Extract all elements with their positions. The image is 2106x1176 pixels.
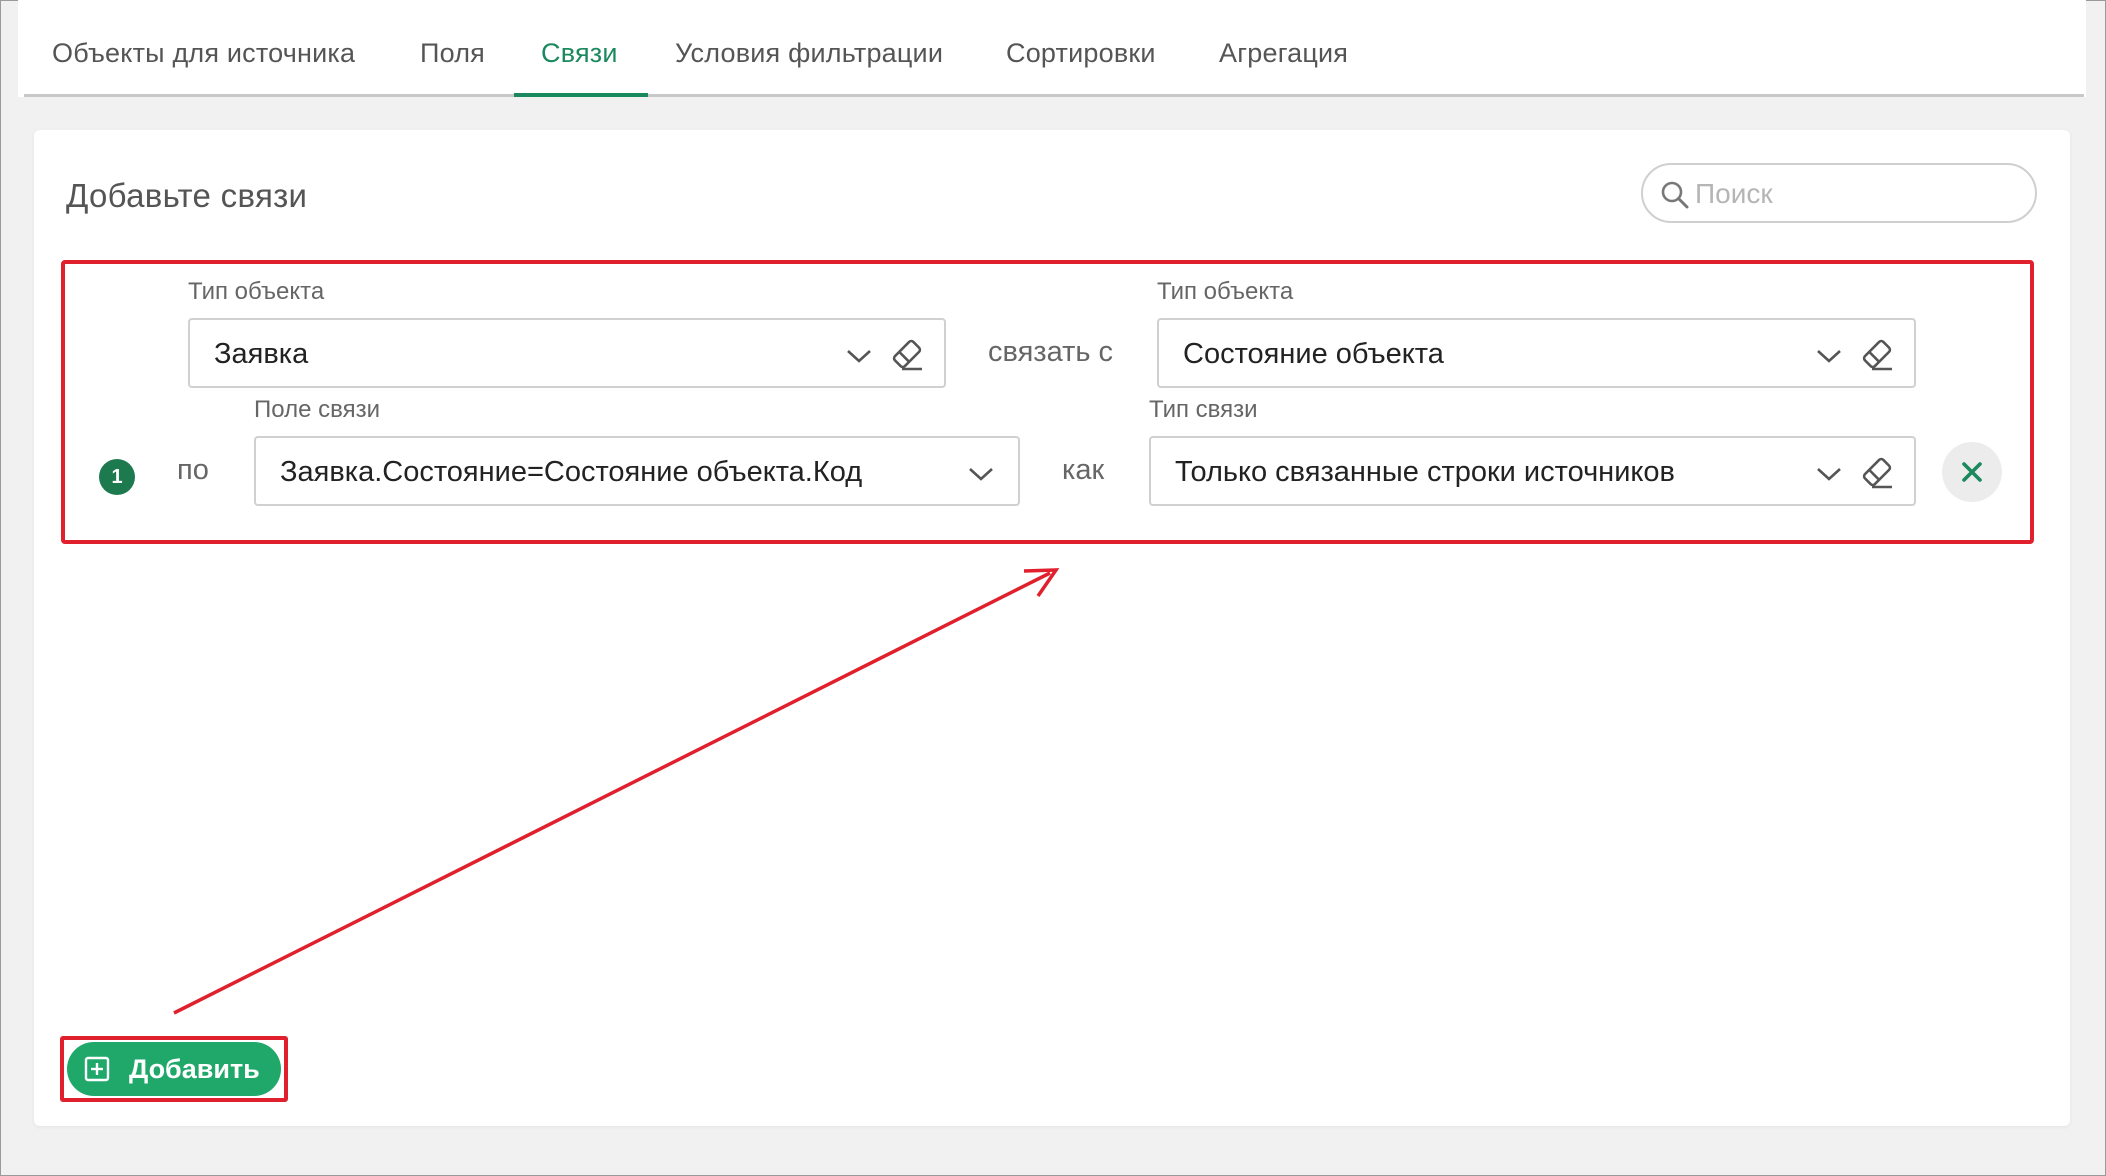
annotation-arrow xyxy=(173,568,1060,1015)
annotation-highlight-add xyxy=(60,1036,288,1102)
